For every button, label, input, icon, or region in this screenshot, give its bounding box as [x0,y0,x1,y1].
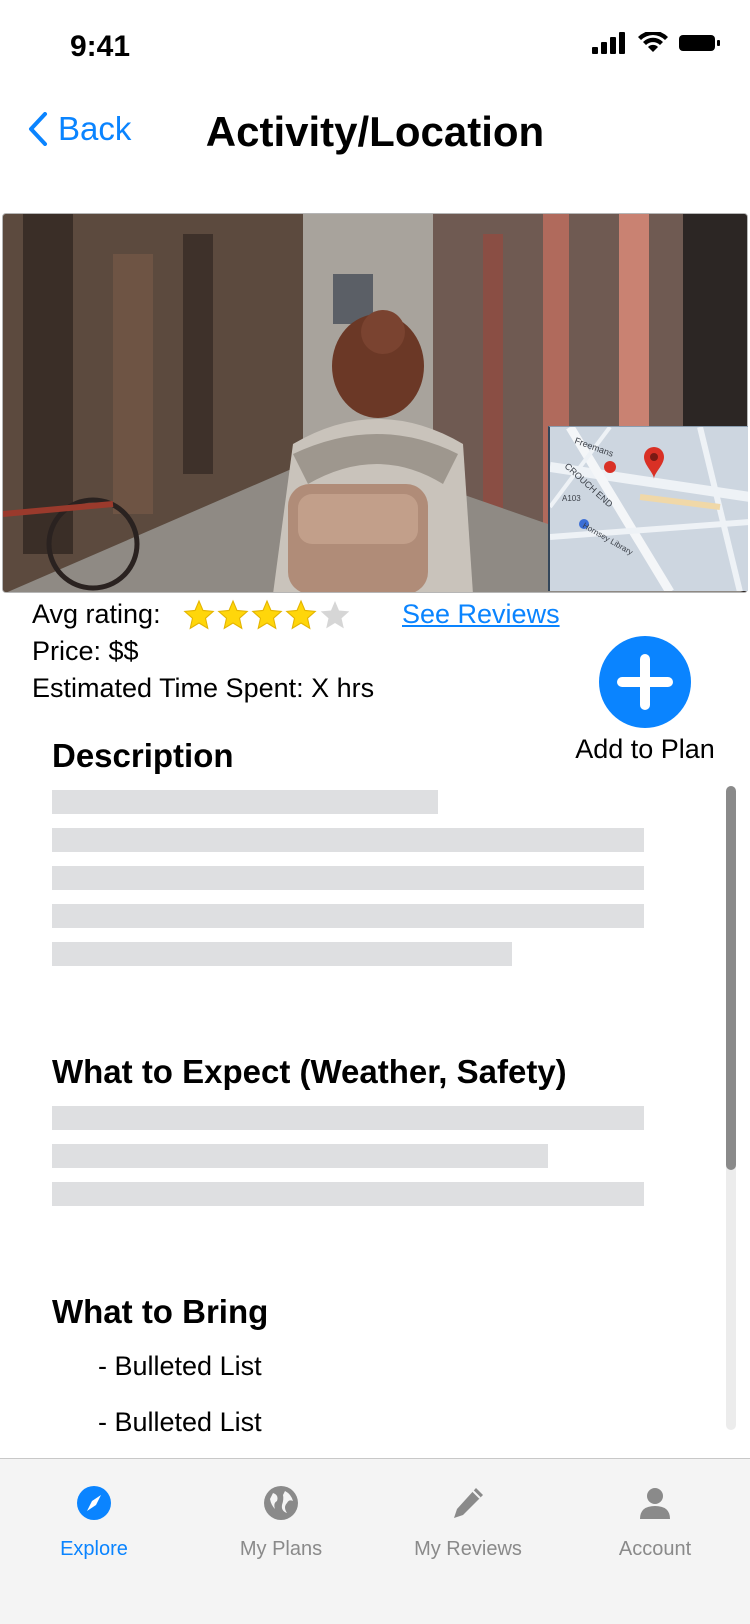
status-time: 9:41 [70,30,131,63]
placeholder-line [52,1182,644,1206]
globe-icon [264,1486,298,1520]
tab-label: Account [618,1538,692,1560]
placeholder-line [52,790,438,814]
pencil-icon [454,1488,483,1518]
tab-label: My Plans [239,1538,323,1560]
rating-label: Avg rating: [32,599,161,629]
time-spent-text: Estimated Time Spent: X hrs [32,673,375,703]
what-to-bring-heading: What to Bring [52,1293,269,1330]
rating-row: Avg rating: [32,596,374,633]
navigation-bar: Back Activity/Location [0,92,750,212]
star-empty-icon [320,600,349,628]
star-filled-icon [251,599,283,629]
star-filled-icon [285,599,317,629]
list-item: - Bulleted List [98,1351,262,1381]
plus-circle-icon [599,636,691,728]
tab-bar: Explore My Plans My Reviews Account [0,1458,750,1624]
scrollbar[interactable] [726,786,736,1430]
status-icons [592,32,722,54]
tab-label: My Reviews [414,1538,522,1560]
cellular-signal-icon [592,32,625,54]
tab-explore[interactable]: Explore [19,1485,169,1561]
add-to-plan-button[interactable]: Add to Plan [570,636,720,765]
info-block: Avg rating: Price: $$ Estimated Time Spe… [32,596,374,707]
list-item: - Bulleted List [98,1407,262,1437]
page-title: Activity/Location [205,108,545,155]
placeholder-line [52,1106,644,1130]
placeholder-line [52,1144,548,1168]
battery-icon [679,35,720,51]
tab-label: Explore [60,1538,128,1560]
star-filled-icon [183,599,215,629]
map-label: A103 [562,494,581,503]
person-icon [640,1488,670,1519]
star-filled-icon [217,599,249,629]
tab-account[interactable]: Account [580,1485,730,1561]
tab-my-reviews[interactable]: My Reviews [393,1485,543,1561]
description-heading: Description [52,737,234,774]
tab-my-plans[interactable]: My Plans [206,1485,356,1561]
see-reviews-link[interactable]: See Reviews [402,596,560,633]
scrollbar-thumb[interactable] [726,786,736,1170]
map-thumbnail[interactable]: Freemans CROUCH END A103 Hornsey Library [548,426,748,591]
wifi-icon [638,32,668,52]
placeholder-line [52,828,644,852]
placeholder-line [52,942,512,966]
price-text: Price: $$ [32,636,139,666]
add-to-plan-label: Add to Plan [575,734,715,764]
compass-icon [77,1486,111,1520]
what-to-expect-heading: What to Expect (Weather, Safety) [52,1053,567,1090]
status-bar: 9:41 [0,0,750,92]
placeholder-line [52,904,644,928]
placeholder-line [52,866,644,890]
star-rating [183,599,351,631]
